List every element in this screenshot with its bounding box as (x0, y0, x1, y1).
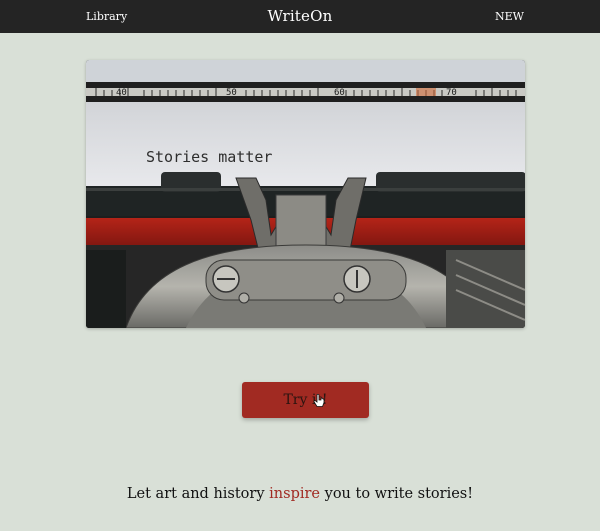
paper-typed-text: Stories matter (146, 148, 272, 166)
tagline-highlight: inspire (269, 486, 321, 502)
hand-pointer-icon (313, 393, 325, 412)
typewriter-illustration: 40 50 60 70 Stories matter (86, 60, 525, 328)
new-link[interactable]: NEW (495, 10, 524, 23)
hero-image: 40 50 60 70 Stories matter (86, 60, 525, 328)
top-navigation-bar: Library WriteOn NEW (0, 0, 600, 33)
ruler-number: 40 (116, 88, 127, 98)
ruler-number: 50 (226, 88, 237, 98)
tagline: Let art and history inspire you to write… (0, 486, 600, 502)
ruler-number: 70 (446, 88, 457, 98)
ruler-number: 60 (334, 88, 345, 98)
try-it-button[interactable]: Try it! (242, 382, 369, 418)
tagline-text-start: Let art and history (126, 486, 270, 502)
tagline-text-end: you to write stories! (320, 486, 474, 502)
